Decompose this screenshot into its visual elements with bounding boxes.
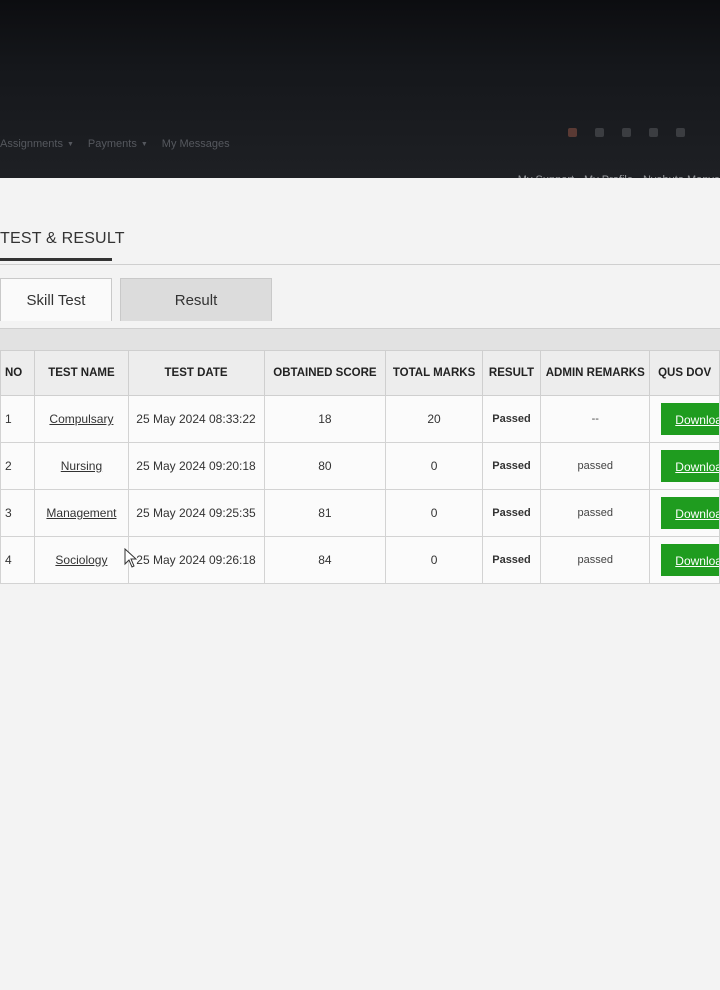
download-button[interactable]: Downloa xyxy=(661,497,719,529)
cell-download: Downloa xyxy=(649,489,720,537)
page-title: TEST & RESULT xyxy=(0,230,125,247)
table-row: 4 Sociology 25 May 2024 09:26:18 84 0 Pa… xyxy=(0,536,720,584)
cell-admin-remarks: passed xyxy=(540,489,651,537)
cell-no: 3 xyxy=(0,489,36,537)
divider xyxy=(0,264,720,265)
cell-no: 2 xyxy=(0,442,36,490)
cell-result: Passed xyxy=(481,536,542,584)
cell-test-name[interactable]: Nursing xyxy=(34,442,129,490)
nav-messages[interactable]: My Messages xyxy=(162,138,230,150)
cell-download: Downloa xyxy=(649,442,720,490)
table-row: 3 Management 25 May 2024 09:25:35 81 0 P… xyxy=(0,489,720,537)
money-icon[interactable] xyxy=(622,128,631,137)
cell-result: Passed xyxy=(481,489,542,537)
col-header-test-date: TEST DATE xyxy=(127,350,265,396)
cell-obtained-score: 80 xyxy=(263,442,387,490)
mail-icon[interactable] xyxy=(595,128,604,137)
cell-test-date: 25 May 2024 09:25:35 xyxy=(127,489,265,537)
table-row: 2 Nursing 25 May 2024 09:20:18 80 0 Pass… xyxy=(0,442,720,490)
cell-obtained-score: 84 xyxy=(263,536,387,584)
cell-result: Passed xyxy=(481,442,542,490)
tab-bar: Skill Test Result xyxy=(0,278,272,321)
download-button[interactable]: Downloa xyxy=(661,403,719,435)
cell-admin-remarks: passed xyxy=(540,442,651,490)
cell-download: Downloa xyxy=(649,536,720,584)
test-name-link[interactable]: Compulsary xyxy=(49,412,113,426)
col-header-total-marks: TOTAL MARKS xyxy=(385,350,483,396)
download-button[interactable]: Downloa xyxy=(661,544,719,576)
top-header: Assignments ▼ Payments ▼ My Messages My … xyxy=(0,0,720,190)
download-button[interactable]: Downloa xyxy=(661,450,719,482)
test-name-link[interactable]: Management xyxy=(46,506,116,520)
col-header-test-name: TEST NAME xyxy=(34,350,129,396)
notification-icon[interactable] xyxy=(568,128,577,137)
nav-payments[interactable]: Payments ▼ xyxy=(88,138,148,150)
cell-test-name[interactable]: Management xyxy=(34,489,129,537)
cell-total-marks: 0 xyxy=(385,489,483,537)
info-icon[interactable] xyxy=(649,128,658,137)
cell-obtained-score: 18 xyxy=(263,395,387,443)
cell-total-marks: 20 xyxy=(385,395,483,443)
cell-no: 4 xyxy=(0,536,36,584)
nav-assignments-label: Assignments xyxy=(0,138,63,150)
nav-assignments[interactable]: Assignments ▼ xyxy=(0,138,74,150)
test-name-link[interactable]: Nursing xyxy=(61,459,102,473)
main-nav: Assignments ▼ Payments ▼ My Messages xyxy=(0,138,230,150)
menu-icon[interactable] xyxy=(676,128,685,137)
tab-skill-test[interactable]: Skill Test xyxy=(0,278,112,321)
cell-no: 1 xyxy=(0,395,36,443)
nav-payments-label: Payments xyxy=(87,138,137,150)
main-content: TEST & RESULT Skill Test Result NO TEST … xyxy=(0,178,720,990)
col-header-result: RESULT xyxy=(481,350,542,396)
chevron-down-icon: ▼ xyxy=(140,140,148,148)
cell-total-marks: 0 xyxy=(385,536,483,584)
cell-test-date: 25 May 2024 09:26:18 xyxy=(127,536,265,584)
tab-strip xyxy=(0,328,720,351)
cell-download: Downloa xyxy=(649,395,720,443)
col-header-qus-download: QUS DOV xyxy=(649,350,720,396)
table-row: 1 Compulsary 25 May 2024 08:33:22 18 20 … xyxy=(0,395,720,443)
title-underline xyxy=(0,258,112,261)
header-icons xyxy=(568,128,685,137)
test-name-link[interactable]: Sociology xyxy=(55,553,107,567)
cell-admin-remarks: -- xyxy=(540,395,651,443)
cell-test-date: 25 May 2024 08:33:22 xyxy=(127,395,265,443)
cell-total-marks: 0 xyxy=(385,442,483,490)
tab-result[interactable]: Result xyxy=(120,278,272,321)
chevron-down-icon: ▼ xyxy=(66,140,74,148)
cell-test-name[interactable]: Compulsary xyxy=(34,395,129,443)
col-header-no: NO xyxy=(0,350,36,396)
results-table: NO TEST NAME TEST DATE OBTAINED SCORE TO… xyxy=(0,350,720,584)
cell-admin-remarks: passed xyxy=(540,536,651,584)
cell-test-date: 25 May 2024 09:20:18 xyxy=(127,442,265,490)
col-header-admin-remarks: ADMIN REMARKS xyxy=(540,350,651,396)
table-header-row: NO TEST NAME TEST DATE OBTAINED SCORE TO… xyxy=(0,350,720,396)
cell-result: Passed xyxy=(481,395,542,443)
mouse-cursor-icon xyxy=(124,548,138,568)
cell-test-name[interactable]: Sociology xyxy=(34,536,129,584)
cell-obtained-score: 81 xyxy=(263,489,387,537)
nav-messages-label: My Messages xyxy=(161,138,230,150)
col-header-obtained-score: OBTAINED SCORE xyxy=(263,350,387,396)
